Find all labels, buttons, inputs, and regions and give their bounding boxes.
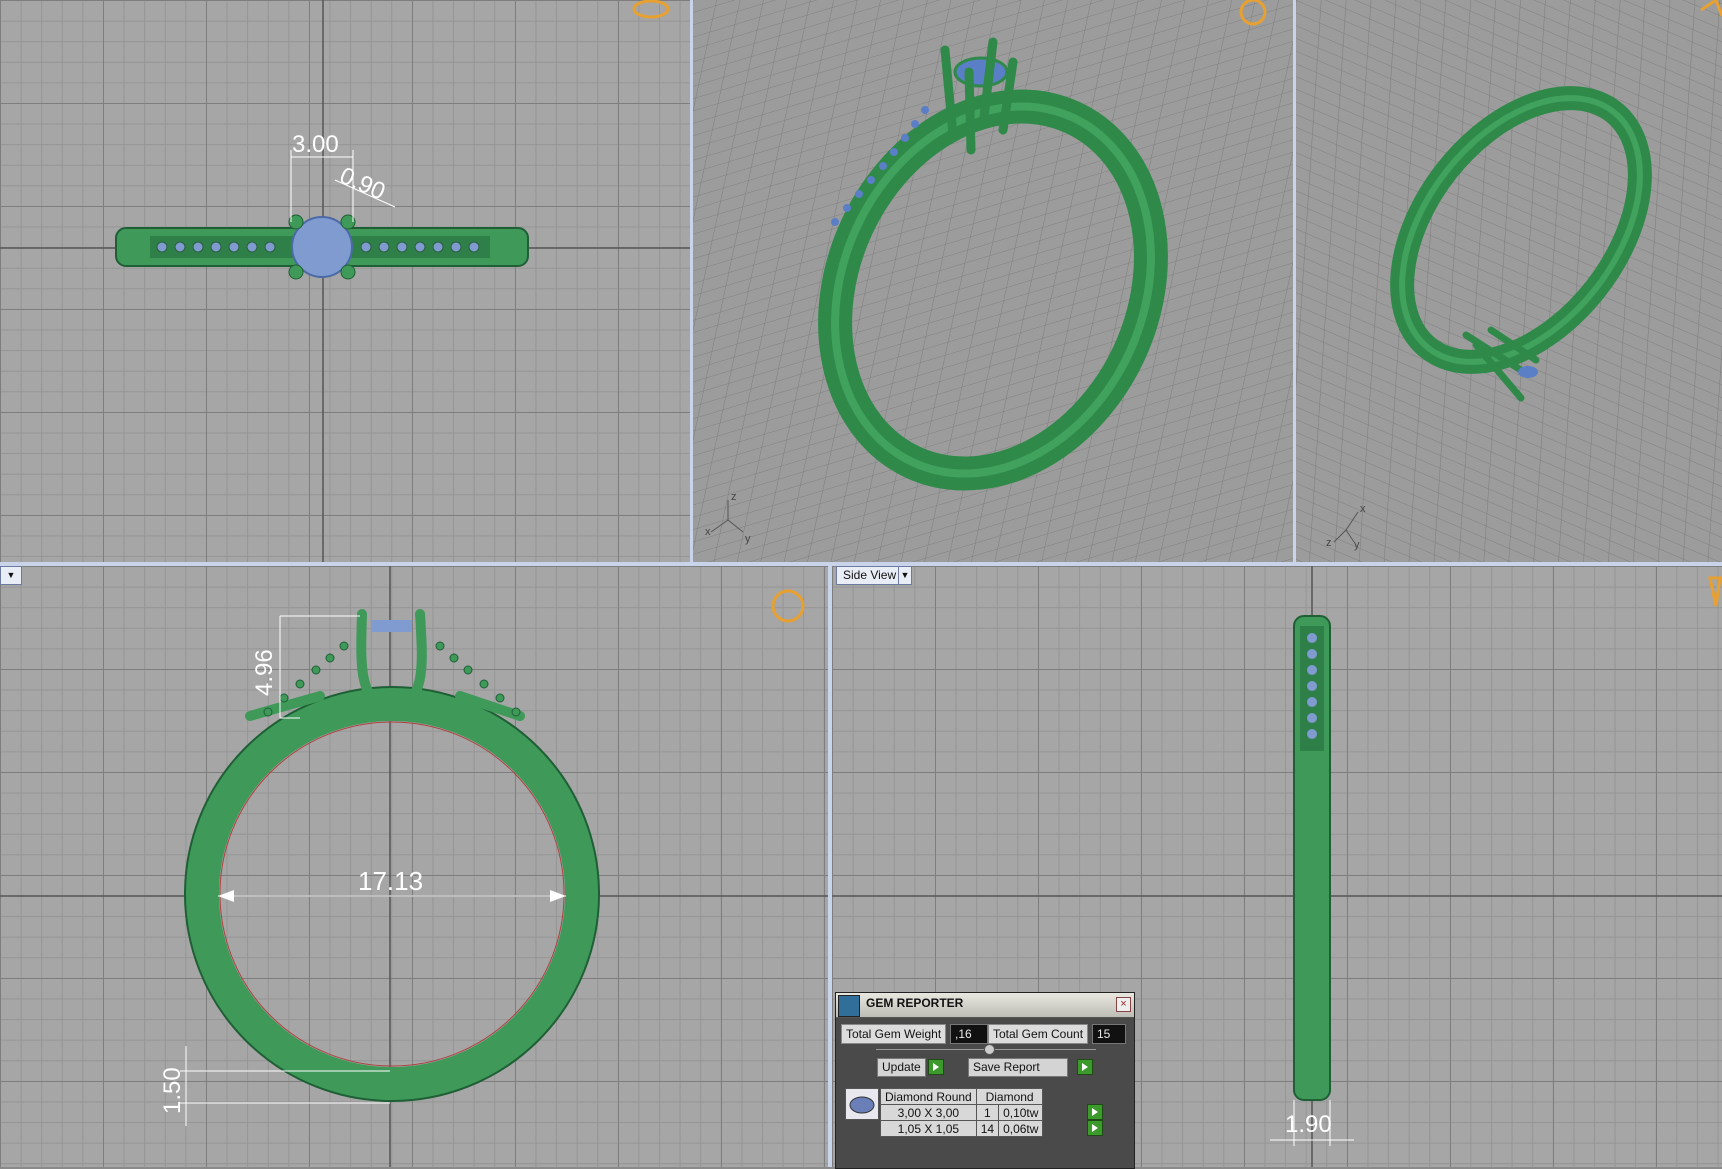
- gem-count-cell: 14: [975, 1120, 1000, 1137]
- axis-x-label: x: [1360, 503, 1366, 515]
- gem-size-cell: 1,05 X 1,05: [880, 1120, 977, 1137]
- center-stone: [372, 620, 412, 632]
- axis-y-label: y: [1354, 539, 1360, 551]
- gem-table: Diamond Round Diamond 3,00 X 3,00 1 0,10…: [880, 1088, 1044, 1137]
- row-go-icon[interactable]: [1087, 1104, 1103, 1120]
- gem-thumbnail-icon: [845, 1088, 879, 1120]
- front-viewport[interactable]: ▼ 4.96 17.13 1.50: [0, 566, 828, 1167]
- gem-count-cell: 1: [975, 1104, 1000, 1121]
- perspective-canvas-1: z x y: [693, 0, 1293, 562]
- dim-thickness: 1.50: [159, 1067, 186, 1114]
- center-stone: [953, 56, 1009, 88]
- axis-y-label: y: [745, 533, 751, 545]
- report-slider-handle[interactable]: [984, 1044, 995, 1055]
- gem-weight-cell: 0,06tw: [998, 1120, 1044, 1137]
- center-stone: [1518, 366, 1538, 378]
- update-button[interactable]: Update: [877, 1058, 926, 1077]
- total-gem-weight-label: Total Gem Weight: [841, 1024, 947, 1044]
- row-go-icon[interactable]: [1087, 1120, 1103, 1136]
- close-icon[interactable]: ×: [1116, 997, 1131, 1012]
- gem-table-header: Diamond Round: [880, 1088, 977, 1105]
- view-gizmo-icon[interactable]: [632, 0, 670, 19]
- axis-z-label: z: [1326, 537, 1332, 549]
- save-report-go-icon[interactable]: [1077, 1059, 1093, 1075]
- gem-table-header: Diamond: [975, 1088, 1044, 1105]
- dim-height: 4.96: [251, 649, 278, 696]
- front-view-canvas: 4.96 17.13 1.50: [0, 566, 828, 1167]
- perspective-viewport-1[interactable]: z x y: [693, 0, 1293, 562]
- dim-prong: 0.90: [336, 162, 390, 206]
- update-go-icon[interactable]: [928, 1059, 944, 1075]
- table-row[interactable]: 3,00 X 3,00 1 0,10tw: [880, 1104, 1044, 1121]
- total-gem-weight-value: ,16: [950, 1024, 988, 1044]
- gem-reporter-title: GEM REPORTER: [866, 996, 964, 1010]
- view-gizmo-icon[interactable]: [771, 589, 805, 623]
- save-report-button[interactable]: Save Report: [968, 1058, 1068, 1077]
- dim-width: 1.90: [1285, 1111, 1332, 1138]
- gem-size-cell: 3,00 X 3,00: [880, 1104, 977, 1121]
- top-viewport[interactable]: 3.00 0.90: [0, 0, 690, 562]
- perspective-viewport-2[interactable]: x z y: [1296, 0, 1722, 562]
- axis-x-label: x: [705, 526, 711, 538]
- gem-reporter-panel: GEM REPORTER × Total Gem Weight ,16 Tota…: [835, 992, 1135, 1169]
- perspective-canvas-2: x z y: [1296, 0, 1722, 562]
- total-gem-count-value: 15: [1092, 1024, 1126, 1044]
- dim-diameter: 17.13: [358, 866, 423, 896]
- top-view-canvas: 3.00 0.90: [0, 0, 690, 562]
- gem-reporter-icon: [838, 995, 860, 1017]
- axis-z-label: z: [731, 491, 737, 503]
- view-gizmo-icon[interactable]: [1708, 576, 1722, 607]
- gem-reporter-titlebar[interactable]: GEM REPORTER ×: [836, 993, 1134, 1018]
- total-gem-count-label: Total Gem Count: [988, 1024, 1089, 1044]
- table-row[interactable]: 1,05 X 1,05 14 0,06tw: [880, 1120, 1044, 1137]
- dim-width: 3.00: [292, 131, 339, 158]
- gem-weight-cell: 0,10tw: [998, 1104, 1044, 1121]
